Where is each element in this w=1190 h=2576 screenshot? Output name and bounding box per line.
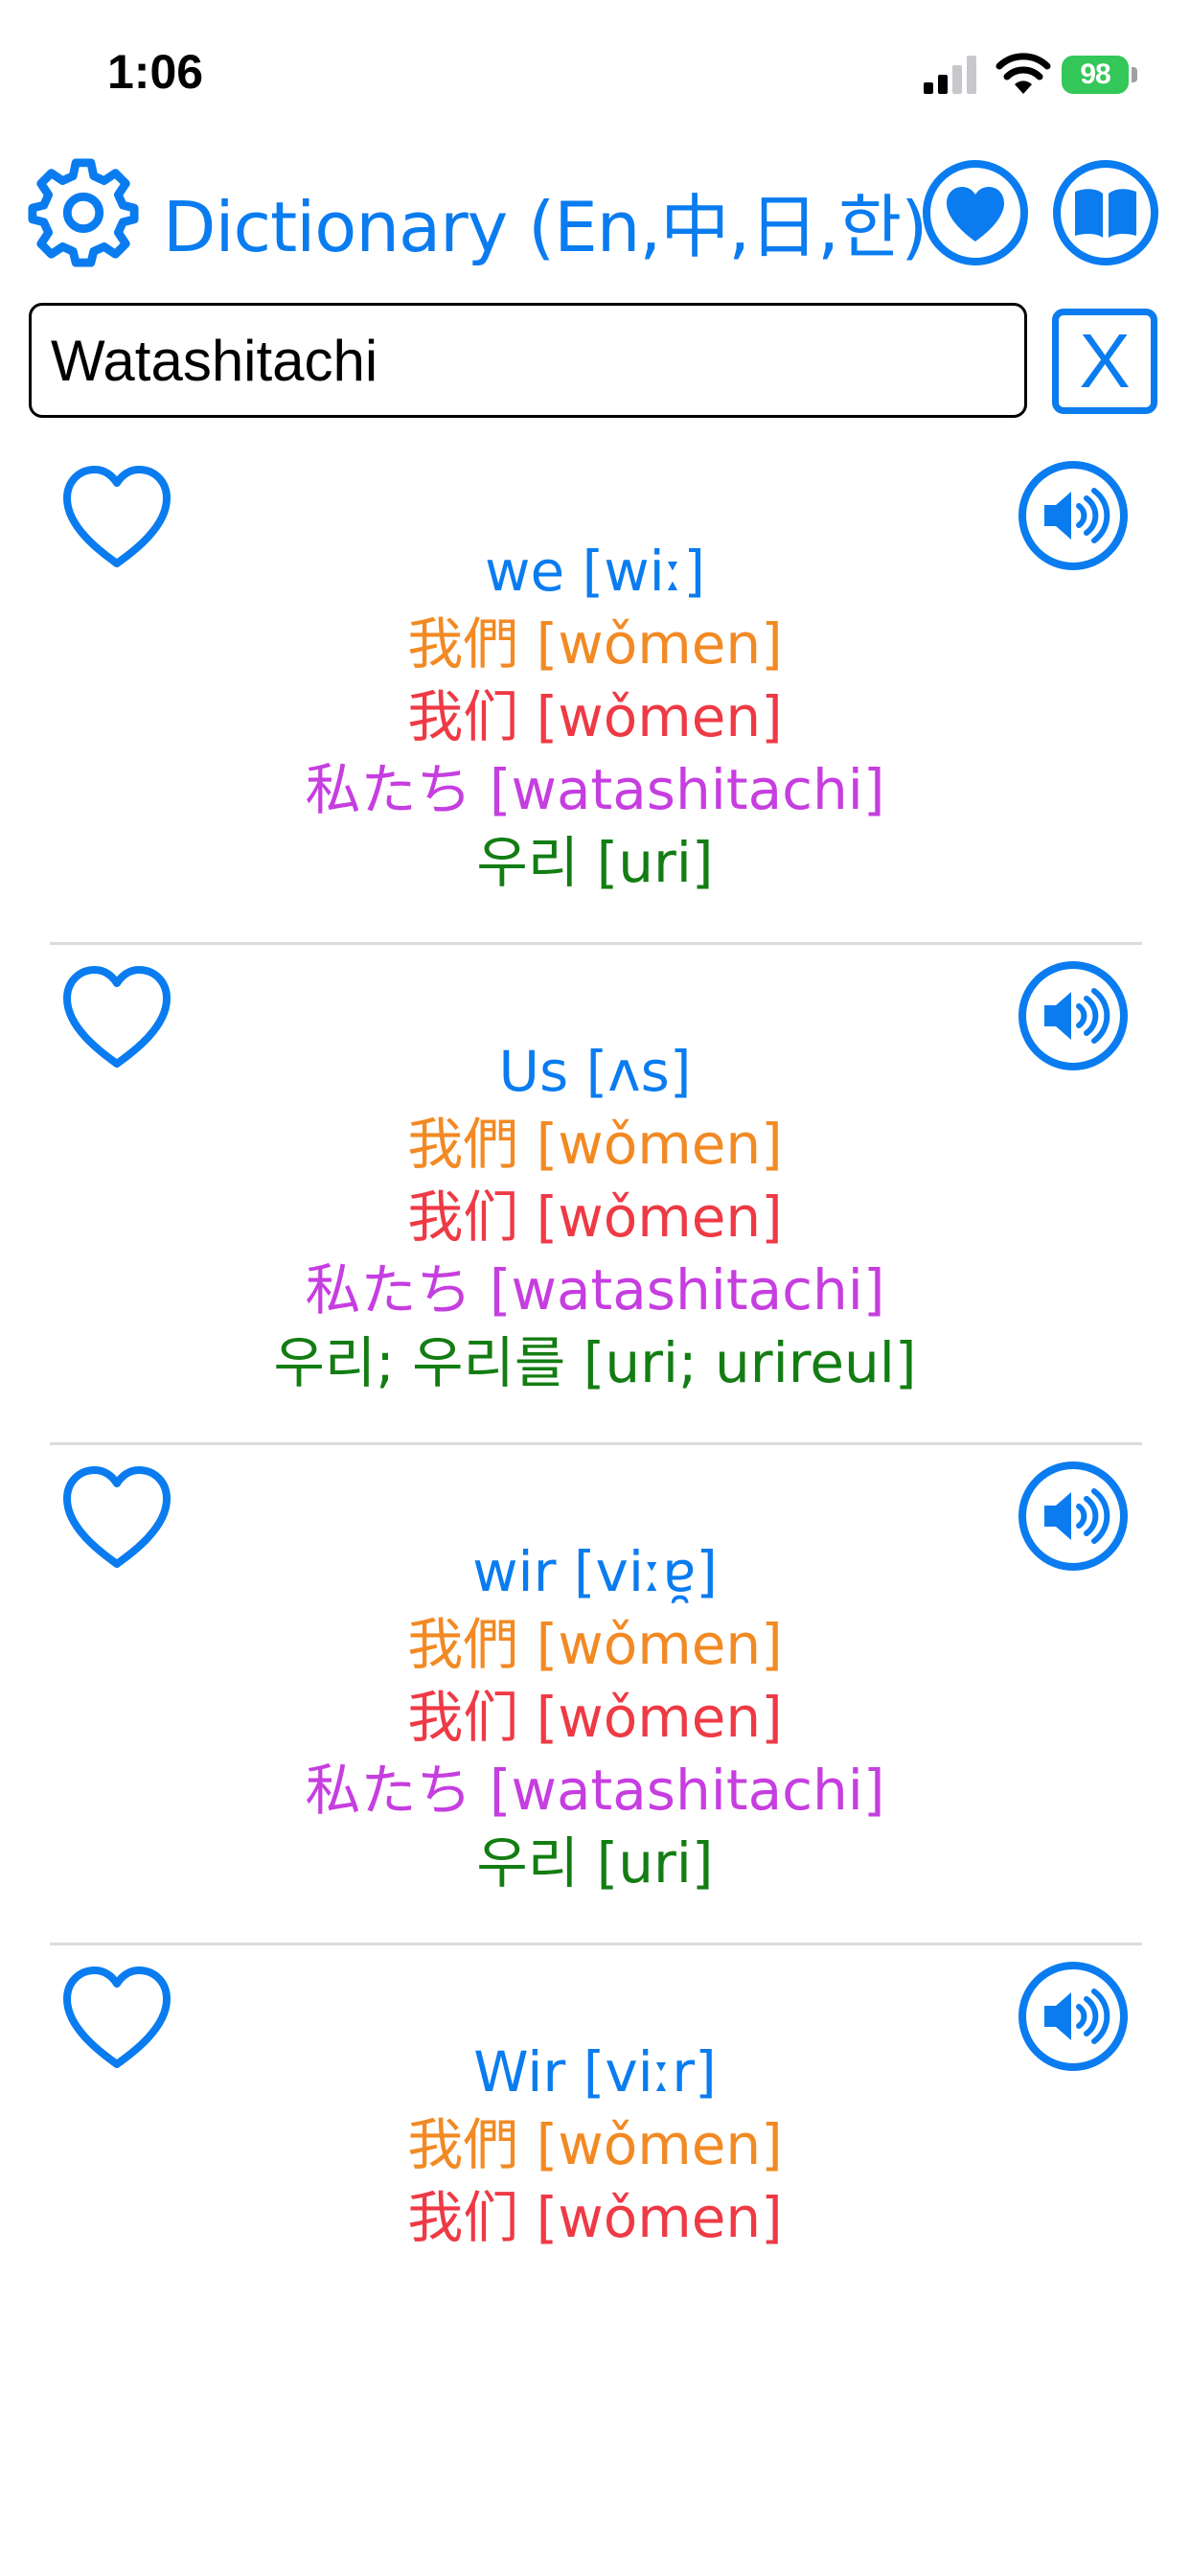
- status-bar: 1:06 98: [0, 0, 1190, 144]
- translation-lines: we [wiː] 我們 [wǒmen] 我们 [wǒmen] 私たち [wata…: [0, 535, 1190, 899]
- japanese-entry: 私たち [watashitachi]: [305, 757, 885, 822]
- translation-lines: Wir [viːr] 我們 [wǒmen] 我们 [wǒmen]: [0, 2036, 1190, 2254]
- result-item: wir [viːɐ̯] 我們 [wǒmen] 我们 [wǒmen] 私たち [w…: [0, 1451, 1190, 1949]
- simplified-chinese-entry: 我们 [wǒmen]: [407, 684, 783, 749]
- divider: [50, 942, 1142, 945]
- cellular-signal-icon: [924, 56, 976, 94]
- app-title: Dictionary (En,中,日,한): [163, 187, 927, 267]
- dictionary-book-button[interactable]: [1052, 159, 1159, 266]
- battery-cap: [1132, 67, 1137, 82]
- korean-entry: 우리; 우리를 [uri; urireul]: [273, 1330, 917, 1395]
- book-icon: [1075, 189, 1136, 238]
- traditional-chinese-entry: 我們 [wǒmen]: [407, 1112, 783, 1177]
- korean-entry: 우리 [uri]: [476, 1830, 714, 1896]
- traditional-chinese-entry: 我們 [wǒmen]: [407, 1612, 783, 1677]
- korean-entry: 우리 [uri]: [476, 830, 714, 895]
- english-entry: wir [viːɐ̯]: [472, 1539, 718, 1604]
- battery-level: 98: [1080, 58, 1110, 90]
- status-time: 1:06: [107, 45, 204, 99]
- english-entry: Us [ʌs]: [498, 1039, 692, 1104]
- search-field[interactable]: [29, 303, 1027, 418]
- app-screen: 1:06 98 Dictionary (En,中,日,한) Watashitac…: [0, 0, 1190, 2576]
- wifi-icon: [995, 53, 1051, 94]
- japanese-entry: 私たち [watashitachi]: [305, 1758, 885, 1823]
- simplified-chinese-entry: 我们 [wǒmen]: [407, 1184, 783, 1250]
- translation-lines: wir [viːɐ̯] 我們 [wǒmen] 我们 [wǒmen] 私たち [w…: [0, 1535, 1190, 1899]
- result-item: Wir [viːr] 我們 [wǒmen] 我们 [wǒmen]: [0, 1951, 1190, 2334]
- english-entry: Wir [viːr]: [473, 2039, 717, 2104]
- clear-label: X: [1079, 318, 1131, 403]
- gear-icon[interactable]: [27, 155, 140, 268]
- japanese-entry: 私たち [watashitachi]: [305, 1257, 885, 1322]
- result-item: Us [ʌs] 我們 [wǒmen] 我们 [wǒmen] 私たち [watas…: [0, 951, 1190, 1449]
- divider: [50, 1943, 1142, 1945]
- traditional-chinese-entry: 我們 [wǒmen]: [407, 2112, 783, 2177]
- simplified-chinese-entry: 我们 [wǒmen]: [407, 2185, 783, 2250]
- divider: [50, 1442, 1142, 1445]
- english-entry: we [wiː]: [485, 539, 705, 604]
- favorites-button[interactable]: [922, 159, 1029, 266]
- search-input[interactable]: [51, 306, 999, 415]
- battery-icon: 98: [1062, 56, 1129, 94]
- simplified-chinese-entry: 我们 [wǒmen]: [407, 1685, 783, 1750]
- heart-filled-icon: [947, 187, 1004, 242]
- clear-search-button[interactable]: X: [1052, 309, 1157, 414]
- result-item: we [wiː] 我們 [wǒmen] 我们 [wǒmen] 私たち [wata…: [0, 450, 1190, 949]
- translation-lines: Us [ʌs] 我們 [wǒmen] 我们 [wǒmen] 私たち [watas…: [0, 1035, 1190, 1399]
- traditional-chinese-entry: 我們 [wǒmen]: [407, 611, 783, 677]
